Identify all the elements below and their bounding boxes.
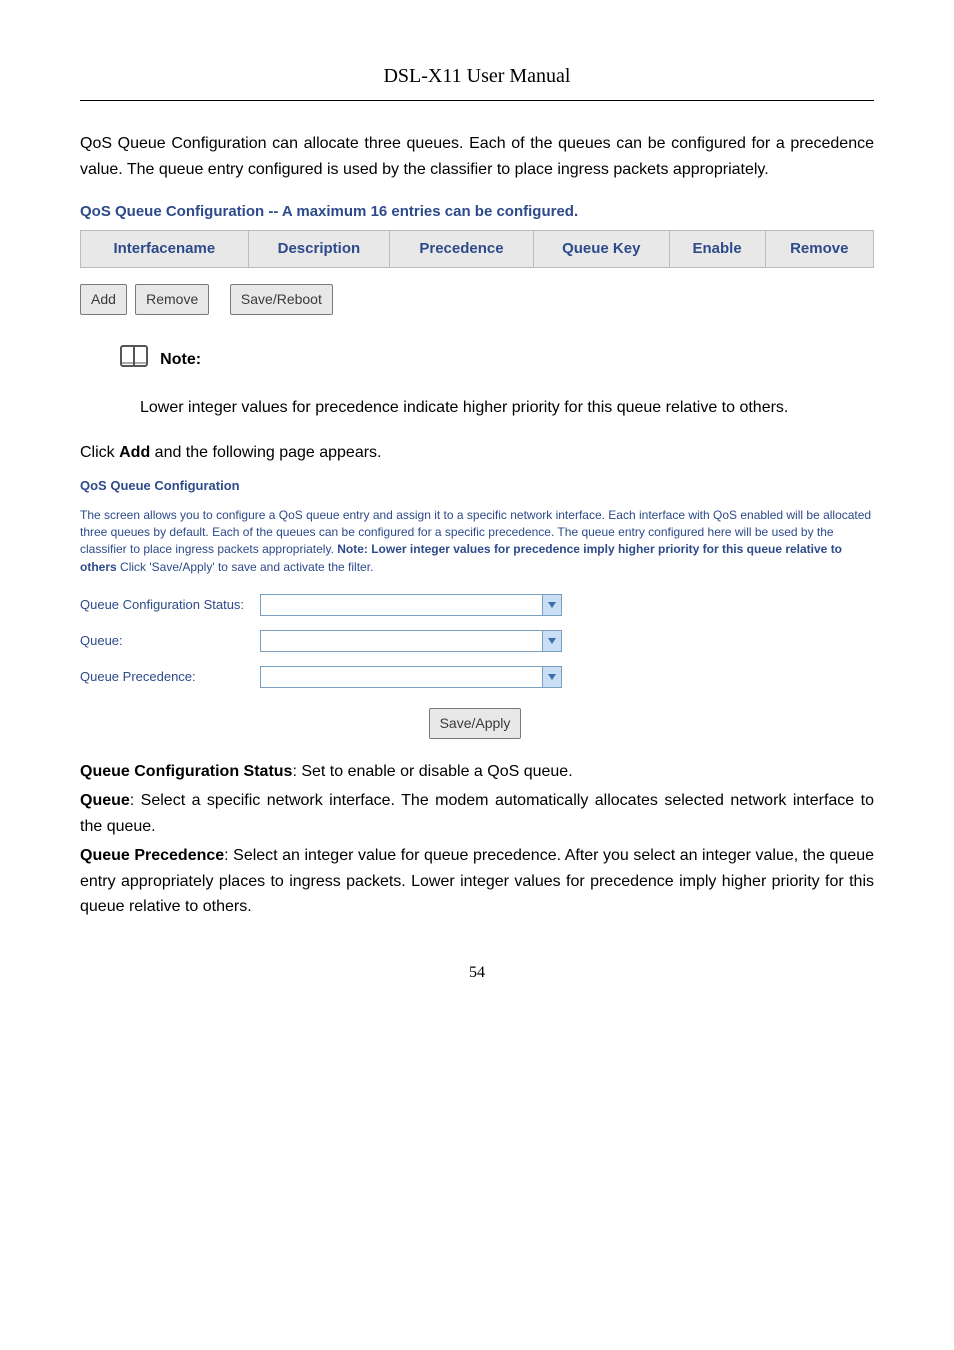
qos-queue-table: Interfacename Description Precedence Que… (80, 230, 874, 268)
col-queue-key: Queue Key (533, 231, 669, 268)
queue-config-status-label: Queue Configuration Status: (80, 595, 260, 616)
page-title: DSL-X11 User Manual (80, 60, 874, 92)
note-text: Lower integer values for precedence indi… (140, 395, 874, 421)
intro-paragraph: QoS Queue Configuration can allocate thr… (80, 131, 874, 182)
col-precedence: Precedence (390, 231, 534, 268)
chevron-down-icon (542, 631, 561, 651)
save-apply-button[interactable]: Save/Apply (429, 708, 522, 738)
col-interfacename: Interfacename (81, 231, 249, 268)
queue-precedence-label: Queue Precedence: (80, 667, 260, 688)
save-reboot-button[interactable]: Save/Reboot (230, 284, 333, 314)
table-button-row: Add Remove Save/Reboot (80, 284, 874, 314)
def-queue-text: : Select a specific network interface. T… (80, 792, 874, 835)
config-desc-part2: Click 'Save/Apply' to save and activate … (117, 560, 374, 574)
click-prefix: Click (80, 444, 119, 461)
remove-button[interactable]: Remove (135, 284, 209, 314)
def-status-bold: Queue Configuration Status (80, 763, 292, 780)
queue-config-status-select[interactable] (260, 594, 562, 616)
qos-config-description: The screen allows you to configure a QoS… (80, 507, 874, 577)
col-remove: Remove (765, 231, 873, 268)
qos-table-heading: QoS Queue Configuration -- A maximum 16 … (80, 200, 874, 224)
click-suffix: and the following page appears. (150, 444, 381, 461)
click-add-instruction: Click Add and the following page appears… (80, 440, 874, 466)
definition-precedence: Queue Precedence: Select an integer valu… (80, 843, 874, 920)
col-enable: Enable (669, 231, 765, 268)
qos-config-title: QoS Queue Configuration (80, 476, 874, 497)
queue-select[interactable] (260, 630, 562, 652)
col-description: Description (248, 231, 389, 268)
note-icon (120, 345, 148, 375)
note-label: Note: (160, 351, 201, 368)
def-status-text: : Set to enable or disable a QoS queue. (292, 763, 572, 780)
chevron-down-icon (542, 667, 561, 687)
def-precedence-bold: Queue Precedence (80, 847, 224, 864)
definition-queue: Queue: Select a specific network interfa… (80, 788, 874, 839)
def-queue-bold: Queue (80, 792, 130, 809)
chevron-down-icon (542, 595, 561, 615)
click-bold: Add (119, 444, 150, 461)
definition-status: Queue Configuration Status: Set to enabl… (80, 759, 874, 785)
queue-precedence-select[interactable] (260, 666, 562, 688)
page-number: 54 (80, 960, 874, 986)
queue-label: Queue: (80, 631, 260, 652)
header-divider (80, 100, 874, 101)
add-button[interactable]: Add (80, 284, 127, 314)
